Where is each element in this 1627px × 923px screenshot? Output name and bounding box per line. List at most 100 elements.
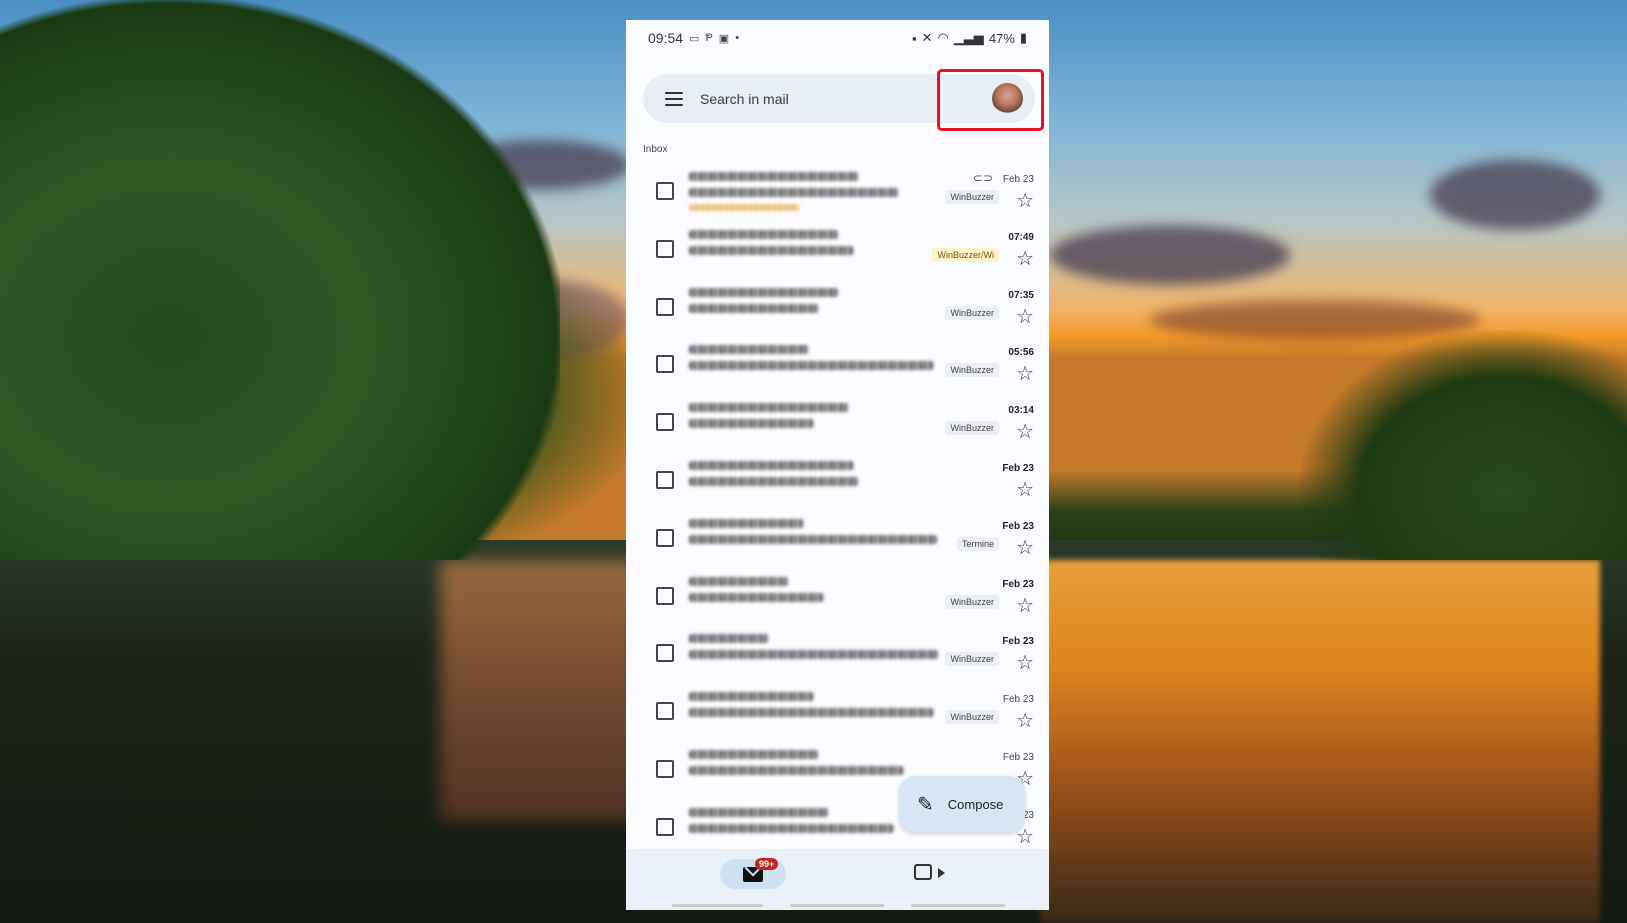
gesture-handle bbox=[790, 904, 884, 907]
pencil-icon: ✎ bbox=[917, 793, 934, 816]
mail-row[interactable]: 07:35 WinBuzzer ☆ bbox=[626, 278, 1049, 336]
star-icon[interactable]: ☆ bbox=[1016, 653, 1034, 673]
video-camera-icon bbox=[914, 864, 932, 880]
select-checkbox[interactable] bbox=[656, 470, 674, 489]
mail-row[interactable]: ⊂⊃ Feb 23 WinBuzzer ☆ bbox=[626, 162, 1049, 220]
phone-screen: 09:54 ▭ Ᵽ ▣ • ▪ ✕ ◠ ▁▃▅ 47% ▮ Search in … bbox=[626, 20, 1049, 910]
bottom-nav: 99+ bbox=[626, 849, 1049, 910]
avatar-highlight-box bbox=[937, 69, 1044, 131]
wifi-icon: ◠ bbox=[937, 30, 949, 45]
sender-redacted bbox=[689, 403, 849, 413]
star-icon[interactable]: ☆ bbox=[1016, 538, 1034, 558]
gesture-handle bbox=[911, 904, 1005, 907]
dot-icon: • bbox=[735, 32, 740, 44]
subject-redacted bbox=[689, 534, 937, 544]
star-icon[interactable]: ☆ bbox=[1016, 711, 1034, 731]
wallpaper-trees bbox=[0, 0, 560, 560]
mail-label-chip: Termine bbox=[956, 536, 999, 551]
screen-icon: ▭ bbox=[689, 32, 700, 45]
paypal-icon: Ᵽ bbox=[705, 32, 713, 44]
select-checkbox[interactable] bbox=[656, 817, 674, 836]
notification-icons: ▭ Ᵽ ▣ • bbox=[689, 32, 739, 45]
mail-row[interactable]: 03:14 WinBuzzer ☆ bbox=[626, 393, 1049, 451]
select-checkbox[interactable] bbox=[656, 182, 674, 200]
select-checkbox[interactable] bbox=[656, 355, 674, 374]
sender-redacted bbox=[689, 807, 829, 817]
wallpaper-cloud bbox=[1430, 160, 1600, 230]
wallpaper-reflection bbox=[440, 560, 640, 820]
sender-redacted bbox=[689, 634, 769, 644]
snippet-redacted bbox=[689, 204, 799, 211]
star-icon[interactable]: ☆ bbox=[1016, 191, 1034, 211]
select-checkbox[interactable] bbox=[656, 528, 674, 547]
mail-label-chip: WinBuzzer bbox=[945, 594, 999, 609]
signal-icon: ▁▃▅ bbox=[953, 30, 984, 45]
star-icon[interactable]: ☆ bbox=[1016, 364, 1034, 384]
sender-redacted bbox=[689, 749, 819, 759]
mail-row[interactable]: 05:56 WinBuzzer ☆ bbox=[626, 335, 1049, 393]
hamburger-menu-icon[interactable] bbox=[665, 91, 683, 106]
mail-date: 07:49 bbox=[1008, 231, 1034, 243]
subject-redacted bbox=[689, 476, 859, 486]
mail-date: 05:56 bbox=[1008, 347, 1034, 359]
battery-icon: ▮ bbox=[1019, 30, 1027, 45]
compose-button[interactable]: ✎ Compose bbox=[899, 776, 1025, 832]
subject-redacted bbox=[689, 303, 819, 313]
gesture-handle bbox=[672, 904, 763, 907]
mail-row[interactable]: Feb 23 WinBuzzer ☆ bbox=[626, 567, 1049, 625]
sender-redacted bbox=[689, 172, 859, 181]
star-icon[interactable]: ☆ bbox=[1016, 827, 1034, 847]
mail-date: Feb 23 bbox=[1002, 694, 1034, 706]
star-icon[interactable]: ☆ bbox=[1016, 249, 1034, 269]
subject-redacted bbox=[689, 592, 824, 602]
mail-date: Feb 23 bbox=[1002, 636, 1034, 648]
subject-redacted bbox=[689, 188, 899, 197]
system-icons: ▪ ✕ ◠ ▁▃▅ 47% ▮ bbox=[912, 30, 1027, 46]
mail-label-chip: WinBuzzer bbox=[945, 305, 999, 320]
search-input[interactable]: Search in mail bbox=[700, 91, 789, 107]
mail-row[interactable]: Feb 23 ☆ bbox=[626, 451, 1049, 509]
subject-redacted bbox=[689, 650, 939, 660]
mail-row[interactable]: Feb 23 WinBuzzer ☆ bbox=[626, 682, 1049, 740]
select-checkbox[interactable] bbox=[656, 297, 674, 316]
mail-label-chip: WinBuzzer bbox=[945, 190, 999, 204]
mail-label-chip: WinBuzzer bbox=[945, 421, 999, 436]
subject-redacted bbox=[689, 419, 814, 429]
mute-icon: ✕ bbox=[921, 30, 933, 45]
select-checkbox[interactable] bbox=[656, 239, 674, 258]
attachment-icon: ⊂⊃ bbox=[972, 171, 993, 185]
mail-row[interactable]: Feb 23 WinBuzzer ☆ bbox=[626, 624, 1049, 682]
mail-label-chip: WinBuzzer bbox=[945, 363, 999, 378]
sender-redacted bbox=[689, 287, 839, 297]
select-checkbox[interactable] bbox=[656, 702, 674, 721]
star-icon[interactable]: ☆ bbox=[1016, 422, 1034, 442]
select-checkbox[interactable] bbox=[656, 644, 674, 663]
mail-row[interactable]: Feb 23 Termine ☆ bbox=[626, 509, 1049, 567]
nav-meet-tab[interactable] bbox=[914, 864, 932, 885]
calendar-icon: ▣ bbox=[718, 32, 730, 45]
subject-redacted bbox=[689, 823, 894, 833]
status-time: 09:54 bbox=[648, 30, 684, 46]
subject-redacted bbox=[689, 361, 934, 371]
mail-date: Feb 23 bbox=[1002, 174, 1034, 185]
inbox-label: Inbox bbox=[643, 144, 668, 155]
subject-redacted bbox=[689, 708, 934, 718]
mail-label-chip: WinBuzzer/Wi bbox=[932, 247, 999, 262]
mail-date: Feb 23 bbox=[1002, 751, 1034, 763]
sender-redacted bbox=[689, 229, 839, 239]
select-checkbox[interactable] bbox=[656, 586, 674, 605]
wallpaper-trees bbox=[1300, 330, 1627, 560]
mail-date: Feb 23 bbox=[1002, 462, 1034, 474]
mail-list: ⊂⊃ Feb 23 WinBuzzer ☆ 07:49 WinBuzzer/Wi ☆ 07:3… bbox=[626, 162, 1049, 856]
select-checkbox[interactable] bbox=[656, 413, 674, 432]
star-icon[interactable]: ☆ bbox=[1016, 307, 1034, 327]
unread-badge: 99+ bbox=[755, 858, 779, 870]
subject-redacted bbox=[689, 245, 854, 255]
mail-row[interactable]: 07:49 WinBuzzer/Wi ☆ bbox=[626, 220, 1049, 278]
star-icon[interactable]: ☆ bbox=[1016, 480, 1034, 500]
sender-redacted bbox=[689, 345, 809, 355]
sender-redacted bbox=[689, 576, 789, 586]
status-bar: 09:54 ▭ Ᵽ ▣ • ▪ ✕ ◠ ▁▃▅ 47% ▮ bbox=[626, 20, 1049, 56]
star-icon[interactable]: ☆ bbox=[1016, 596, 1034, 616]
select-checkbox[interactable] bbox=[656, 759, 674, 778]
